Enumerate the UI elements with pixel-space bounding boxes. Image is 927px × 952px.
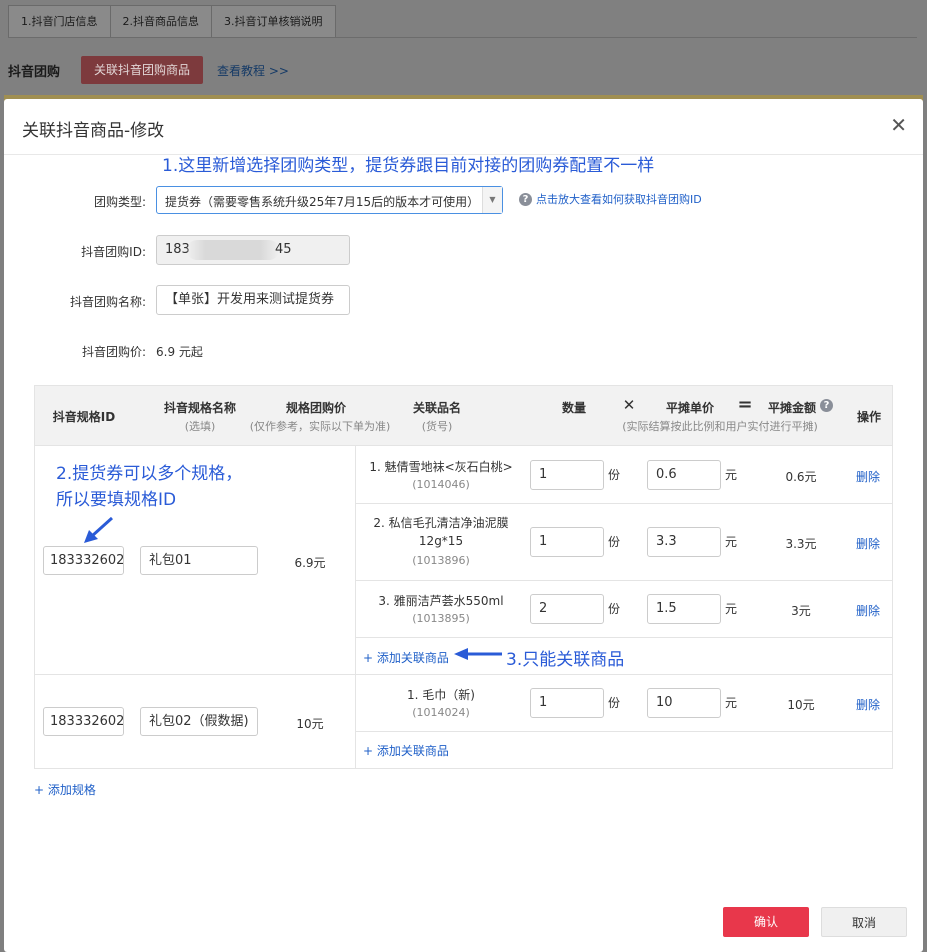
close-icon[interactable]: ✕ bbox=[890, 113, 907, 137]
th-spec-name: 抖音规格名称 bbox=[163, 401, 236, 415]
link-group-product-button[interactable]: 关联抖音团购商品 bbox=[81, 56, 203, 84]
section-title: 抖音团购 bbox=[8, 65, 61, 80]
tutorial-link[interactable]: 查看教程 >> bbox=[217, 62, 289, 79]
th-spec-price: 规格团购价 bbox=[285, 401, 346, 415]
qty-unit: 份 bbox=[608, 535, 621, 549]
th-product-sub: (货号) bbox=[421, 420, 453, 433]
product-code: (1013895) bbox=[412, 612, 470, 625]
alloc-amount: 10元 bbox=[787, 698, 815, 712]
alloc-amount: 3.3元 bbox=[785, 537, 817, 551]
product-name: 1. 毛巾（新) bbox=[407, 688, 475, 702]
th-product: 关联品名 bbox=[412, 401, 461, 415]
delete-link[interactable]: 删除 bbox=[856, 468, 880, 485]
store-tabs: 1.抖音门店信息 2.抖音商品信息 3.抖音订单核销说明 bbox=[8, 5, 336, 38]
qty-unit: 份 bbox=[608, 696, 621, 710]
help-text: 点击放大查看如何获取抖音团购ID bbox=[536, 193, 702, 206]
modal-title: 关联抖音商品-修改 bbox=[22, 121, 165, 141]
tab-product-info[interactable]: 2.抖音商品信息 bbox=[109, 5, 212, 38]
times-icon: ✕ bbox=[622, 396, 636, 414]
row-divider bbox=[356, 580, 892, 581]
question-icon[interactable]: ? bbox=[820, 399, 833, 412]
price-unit: 元 bbox=[725, 535, 738, 549]
th-qty: 数量 bbox=[561, 401, 586, 415]
price-unit: 元 bbox=[725, 602, 738, 616]
add-product-link[interactable]: + 添加关联商品 bbox=[363, 649, 449, 666]
spec-name-input[interactable]: 礼包01 bbox=[140, 546, 258, 575]
edit-modal: 关联抖音商品-修改 ✕ 1.这里新增选择团购类型，提货券跟目前对接的团购券配置不… bbox=[4, 99, 923, 952]
arrow-down-left-icon bbox=[84, 516, 114, 543]
spec-name-input[interactable]: 礼包02（假数据) bbox=[140, 707, 258, 736]
th-spec-id: 抖音规格ID bbox=[52, 410, 116, 424]
arrow-left-icon bbox=[454, 648, 502, 660]
chevron-down-icon: ▼ bbox=[482, 187, 502, 213]
product-code: (1014024) bbox=[412, 706, 470, 719]
modal-header: 关联抖音商品-修改 ✕ bbox=[4, 99, 923, 155]
product-code: (1014046) bbox=[412, 478, 470, 491]
qty-input[interactable]: 1 bbox=[530, 688, 604, 718]
th-alloc-sub: (实际结算按此比例和用户实付进行平摊) bbox=[622, 420, 818, 433]
add-spec-link[interactable]: + 添加规格 bbox=[34, 781, 96, 798]
spec-id-input[interactable]: 183332602 bbox=[43, 707, 124, 736]
delete-link[interactable]: 删除 bbox=[856, 696, 880, 713]
help-link[interactable]: ? 点击放大查看如何获取抖音团购ID bbox=[519, 191, 702, 207]
type-select-value: 提货券（需要零售系统升级25年7月15后的版本才可使用） bbox=[165, 195, 480, 209]
id-label: 抖音团购ID: bbox=[81, 245, 146, 259]
product-name-line2: 12g*15 bbox=[418, 534, 464, 548]
redaction-blur bbox=[187, 240, 279, 260]
tabs-divider bbox=[8, 37, 917, 38]
product-code: (1013896) bbox=[412, 554, 470, 567]
spec-divider bbox=[35, 674, 892, 675]
table-header: 抖音规格ID 抖音规格名称 (选填) 规格团购价 (仅作参考，实际以下单为准) … bbox=[35, 386, 892, 446]
alloc-amount: 3元 bbox=[791, 604, 811, 618]
qty-input[interactable]: 1 bbox=[530, 460, 604, 490]
product-name: 3. 雅丽洁芦荟水550ml bbox=[378, 594, 504, 608]
type-select[interactable]: 提货券（需要零售系统升级25年7月15后的版本才可使用） ▼ bbox=[156, 186, 503, 214]
unit-price-input[interactable]: 1.5 bbox=[647, 594, 721, 624]
group-id-suffix: 45 bbox=[275, 242, 292, 257]
tab-store-info[interactable]: 1.抖音门店信息 bbox=[8, 5, 111, 38]
spec-price: 10元 bbox=[296, 717, 324, 731]
type-label: 团购类型: bbox=[93, 195, 146, 209]
th-amount: 平摊金额 bbox=[767, 401, 816, 415]
price-value: 6.9 元起 bbox=[156, 345, 203, 359]
tab-order-verify[interactable]: 3.抖音订单核销说明 bbox=[211, 5, 336, 38]
spec-id-input[interactable]: 183332602 bbox=[43, 546, 124, 575]
cancel-button[interactable]: 取消 bbox=[821, 907, 907, 937]
product-name: 2. 私信毛孔清洁净油泥膜 bbox=[373, 516, 509, 530]
group-id-field: 183 45 bbox=[156, 235, 350, 265]
annotation-3: 3.只能关联商品 bbox=[506, 650, 625, 670]
spec-table: 抖音规格ID 抖音规格名称 (选填) 规格团购价 (仅作参考，实际以下单为准) … bbox=[34, 385, 893, 769]
row-divider bbox=[356, 731, 892, 732]
annotation-2-line1: 2.提货券可以多个规格， bbox=[56, 464, 243, 484]
add-product-link[interactable]: + 添加关联商品 bbox=[363, 742, 449, 759]
alloc-amount: 0.6元 bbox=[785, 470, 817, 484]
price-unit: 元 bbox=[725, 468, 738, 482]
th-spec-price-sub: (仅作参考，实际以下单为准) bbox=[249, 420, 391, 433]
question-icon: ? bbox=[519, 192, 532, 206]
annotation-1: 1.这里新增选择团购类型，提货券跟目前对接的团购券配置不一样 bbox=[162, 156, 655, 176]
spec-price: 6.9元 bbox=[294, 556, 326, 570]
product-name: 1. 魅倩雪地袜<灰石白桃> bbox=[369, 460, 513, 474]
qty-unit: 份 bbox=[608, 602, 621, 616]
column-divider bbox=[355, 446, 356, 768]
confirm-button[interactable]: 确认 bbox=[723, 907, 809, 937]
name-label: 抖音团购名称: bbox=[69, 295, 146, 309]
unit-price-input[interactable]: 10 bbox=[647, 688, 721, 718]
qty-input[interactable]: 2 bbox=[530, 594, 604, 624]
row-divider bbox=[356, 503, 892, 504]
th-action: 操作 bbox=[856, 410, 881, 424]
price-unit: 元 bbox=[725, 696, 738, 710]
unit-price-input[interactable]: 0.6 bbox=[647, 460, 721, 490]
delete-link[interactable]: 删除 bbox=[856, 602, 880, 619]
qty-unit: 份 bbox=[608, 468, 621, 482]
price-label: 抖音团购价: bbox=[81, 345, 146, 359]
annotation-2-line2: 所以要填规格ID bbox=[56, 490, 177, 510]
row-divider bbox=[356, 637, 892, 638]
equals-icon: = bbox=[737, 394, 753, 415]
unit-price-input[interactable]: 3.3 bbox=[647, 527, 721, 557]
th-unit-price: 平摊单价 bbox=[665, 401, 714, 415]
delete-link[interactable]: 删除 bbox=[856, 535, 880, 552]
qty-input[interactable]: 1 bbox=[530, 527, 604, 557]
group-name-field[interactable]: 【单张】开发用来测试提货券 bbox=[156, 285, 350, 315]
